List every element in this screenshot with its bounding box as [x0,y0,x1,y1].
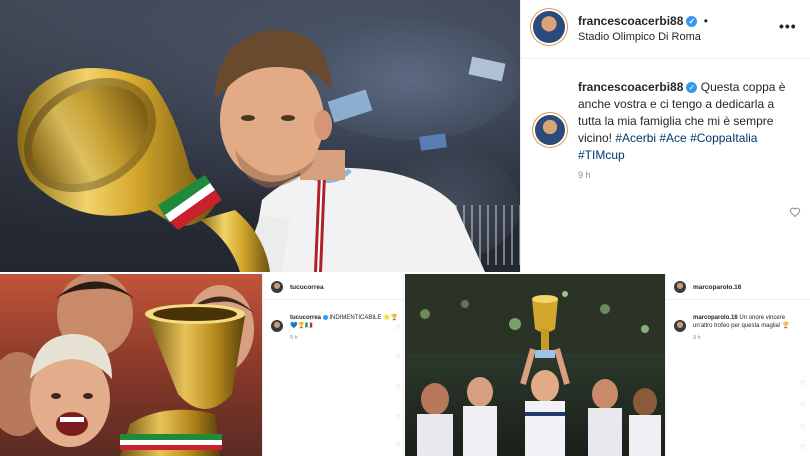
caption-username[interactable]: tucucorrea [290,315,321,321]
like-heart-icon[interactable]: ♡ [800,402,805,409]
caption-emoji: ⭐🏆 [383,315,398,321]
caption-avatar[interactable] [674,320,686,332]
like-heart-icon[interactable]: ♡ [395,384,400,391]
like-heart-icon[interactable]: ♡ [800,444,805,451]
post-time: 9 h [693,335,701,341]
post-caption: francescoacerbi88 ✓ Questa coppa è anche … [578,79,800,164]
avatar[interactable] [674,281,686,293]
avatar[interactable] [533,11,565,43]
username-link[interactable]: francescoacerbi88 [578,14,683,28]
post-time: 9 h [290,335,298,341]
post-caption: tucucorrea INDIMENTICABILE ⭐🏆 💙🏆🇮🇹 [290,314,402,330]
like-heart-icon[interactable]: ♡ [395,354,400,361]
username-link[interactable]: tucucorrea [290,284,324,291]
caption-avatar[interactable] [271,320,283,332]
correa-post-panel: tucucorrea tucucorrea INDIMENTICABILE ⭐🏆… [262,274,405,456]
post-caption: marcoparolo.16 Un onore vincere un'altro… [693,314,805,330]
like-heart-icon[interactable]: ♡ [800,424,805,431]
verified-badge-icon: ✓ [686,82,698,94]
header-divider [666,299,810,300]
header-divider [263,299,405,300]
post-photo-team-celebration[interactable] [405,274,665,456]
location-link[interactable]: Stadio Olimpico Di Roma [578,31,701,43]
caption-emoji: 🏆 [782,323,790,329]
post-photo-correa-trophy[interactable] [0,274,262,456]
post-time: 9 h [578,170,591,180]
like-heart-icon[interactable] [789,206,801,218]
post-header: francescoacerbi88 ✓ • Stadio Olimpico Di … [521,0,810,59]
like-heart-icon[interactable]: ♡ [800,380,805,387]
like-heart-icon[interactable]: ♡ [395,324,400,331]
post-username[interactable]: tucucorrea [290,284,324,291]
caption-username[interactable]: marcoparolo.16 [693,315,738,321]
verified-badge-icon [322,314,328,320]
parolo-post-panel: marcoparolo.16 marcoparolo.16 Un onore v… [665,274,810,456]
post-username[interactable]: francescoacerbi88 ✓ • [578,14,708,28]
like-heart-icon[interactable]: ♡ [395,414,400,421]
post-photo-acerbi-trophy[interactable] [0,0,520,272]
avatar[interactable] [271,281,283,293]
follow-dot: • [703,14,708,28]
post-details-panel: francescoacerbi88 ✓ • Stadio Olimpico Di … [520,0,810,272]
username-link[interactable]: marcoparolo.16 [693,284,741,291]
caption-emoji: 💙🏆🇮🇹 [290,323,313,329]
post-username[interactable]: marcoparolo.16 [693,284,741,291]
caption-text: INDIMENTICABILE [329,315,382,321]
trophy-icon [17,68,270,272]
verified-badge-icon: ✓ [686,16,698,28]
caption-avatar[interactable] [535,115,565,145]
caption-username[interactable]: francescoacerbi88 [578,80,683,94]
like-heart-icon[interactable]: ♡ [395,442,400,449]
more-options-icon[interactable]: ••• [779,18,797,34]
